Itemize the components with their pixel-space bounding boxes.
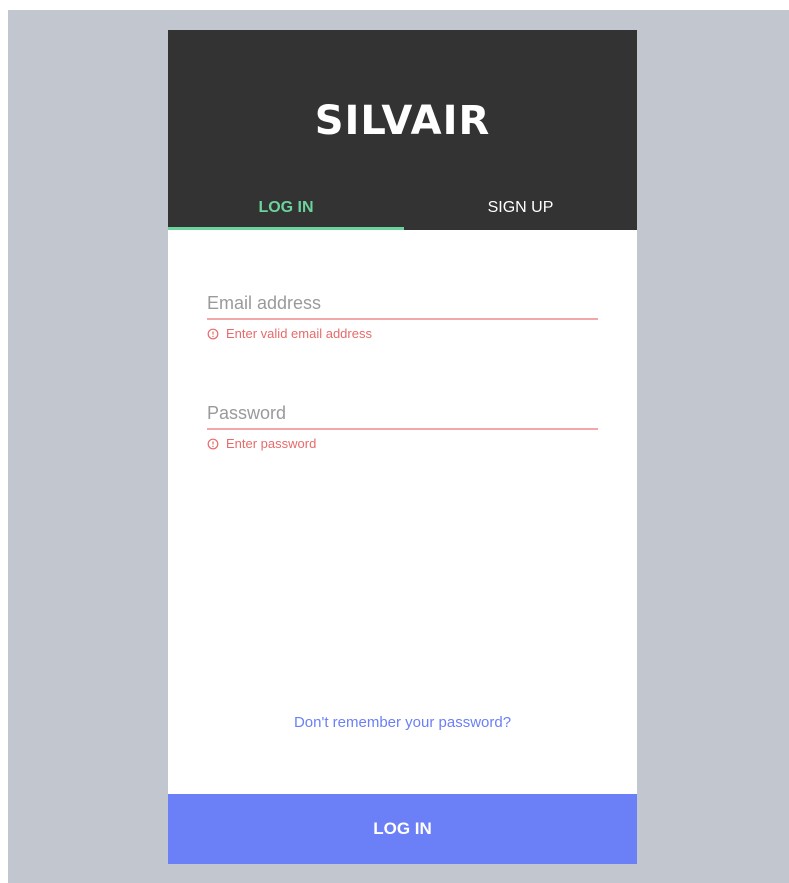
forgot-password-link[interactable]: Don't remember your password? (168, 714, 637, 731)
auth-tabs: LOG IN SIGN UP (168, 190, 637, 230)
active-tab-indicator (168, 227, 404, 230)
email-error: Enter valid email address (207, 326, 598, 341)
app-header: SILVAIR LOG IN SIGN UP (168, 30, 637, 230)
tab-login[interactable]: LOG IN (168, 190, 404, 230)
email-error-text: Enter valid email address (226, 326, 372, 341)
login-button[interactable]: LOG IN (168, 794, 637, 864)
password-error-text: Enter password (226, 436, 317, 451)
email-field[interactable] (207, 288, 598, 320)
login-screen: SILVAIR LOG IN SIGN UP Enter valid email… (168, 30, 637, 864)
password-error: Enter password (207, 436, 598, 451)
alert-circle-icon (207, 438, 219, 449)
password-field[interactable] (207, 398, 598, 430)
app-logo: SILVAIR (314, 98, 491, 144)
password-field-group: Enter password (207, 398, 598, 451)
email-field-group: Enter valid email address (207, 288, 598, 341)
alert-circle-icon (207, 328, 219, 339)
tab-signup[interactable]: SIGN UP (404, 190, 637, 230)
